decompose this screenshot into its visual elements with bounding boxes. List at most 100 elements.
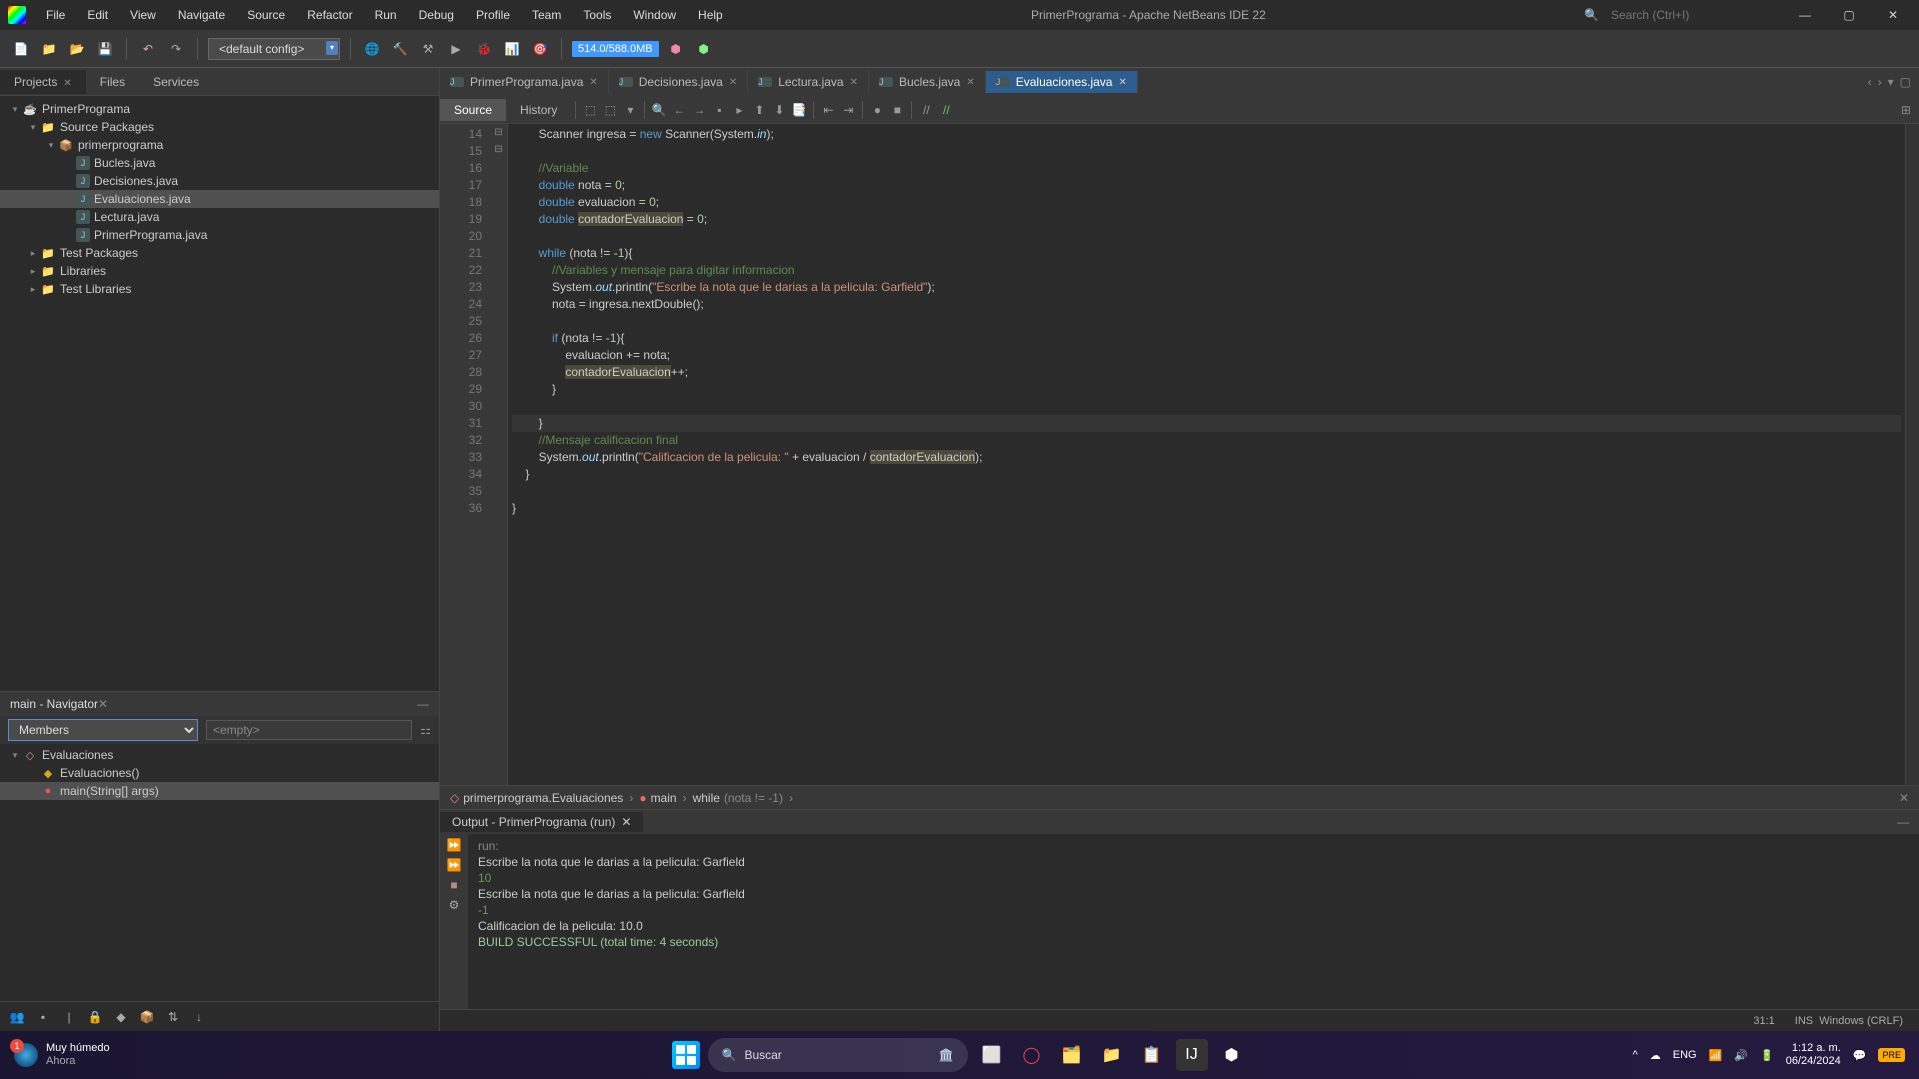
editor-scrollbar[interactable] (1905, 124, 1919, 785)
tree-node[interactable]: ▸📁Libraries (0, 262, 439, 280)
menu-profile[interactable]: Profile (466, 4, 520, 26)
tab-prev-icon[interactable]: ‹ (1868, 75, 1872, 89)
nav-filter-3[interactable]: | (60, 1010, 78, 1024)
close-icon[interactable]: ✕ (589, 77, 597, 88)
editor-tab[interactable]: JPrimerPrograma.java✕ (440, 71, 609, 93)
menu-debug[interactable]: Debug (409, 4, 464, 26)
tree-node[interactable]: JBucles.java (0, 154, 439, 172)
editor-tab[interactable]: JEvaluaciones.java✕ (986, 71, 1138, 93)
navigator-close-icon[interactable]: ✕ (98, 697, 108, 711)
hammer-button[interactable]: ⚒ (417, 38, 439, 60)
uncomment-icon[interactable]: // (936, 103, 956, 117)
comment-icon[interactable]: // (916, 103, 936, 117)
split-editor-icon[interactable]: ⊞ (1893, 103, 1919, 117)
taskbar-intellij-icon[interactable]: IJ (1176, 1039, 1208, 1071)
bookmark-icon[interactable]: 📑 (789, 103, 809, 117)
bookmark-down-icon[interactable]: ⬇ (769, 103, 789, 117)
clean-build-button[interactable]: 🔨 (389, 38, 411, 60)
menu-tools[interactable]: Tools (573, 4, 621, 26)
attach-button[interactable]: 🎯 (529, 38, 551, 60)
output-rerun-failed-icon[interactable]: ⏩ (447, 858, 462, 872)
taskbar-app1-icon[interactable]: 📋 (1136, 1039, 1168, 1071)
nav-filter-4[interactable]: 🔒 (86, 1010, 104, 1024)
build-button[interactable]: 🌐 (361, 38, 383, 60)
find-icon[interactable]: 🔍 (649, 103, 669, 117)
redo-button[interactable]: ↷ (165, 38, 187, 60)
undo-button[interactable]: ↶ (137, 38, 159, 60)
tree-node[interactable]: ▾📁Source Packages (0, 118, 439, 136)
nav-filter-1[interactable]: 👥 (8, 1010, 26, 1024)
memory-indicator[interactable]: 514.0/588.0MB (572, 41, 659, 57)
tray-clock[interactable]: 1:12 a. m. 06/24/2024 (1786, 1042, 1841, 1068)
tray-volume-icon[interactable]: 🔊 (1734, 1049, 1748, 1062)
tray-wifi-icon[interactable]: 📶 (1709, 1049, 1723, 1062)
breadcrumb-close-icon[interactable]: ✕ (1899, 791, 1909, 805)
tree-node[interactable]: JLectura.java (0, 208, 439, 226)
output-content[interactable]: run:Escribe la nota que le darias a la p… (468, 834, 1919, 1009)
save-all-button[interactable]: 💾 (94, 38, 116, 60)
close-icon[interactable]: ✕ (1118, 77, 1126, 88)
panel-tab-projects[interactable]: Projects✕ (0, 70, 86, 94)
global-search[interactable]: 🔍 (1584, 5, 1765, 25)
output-tab[interactable]: Output - PrimerPrograma (run) ✕ (440, 812, 643, 832)
panel-tab-services[interactable]: Services (139, 70, 213, 94)
line-gutter[interactable]: 1415161718192021222324252627282930313233… (440, 124, 490, 785)
next-edit-icon[interactable]: ⬚ (600, 103, 620, 117)
menu-refactor[interactable]: Refactor (297, 4, 362, 26)
source-view-button[interactable]: Source (440, 99, 506, 121)
start-button[interactable] (672, 1041, 700, 1069)
menu-view[interactable]: View (120, 4, 166, 26)
navigator-filter-dropdown[interactable]: <empty> (206, 720, 412, 740)
new-file-button[interactable]: 📄 (10, 38, 32, 60)
taskbar-taskview-icon[interactable]: ⬜ (976, 1039, 1008, 1071)
new-project-button[interactable]: 📁 (38, 38, 60, 60)
menu-help[interactable]: Help (688, 4, 733, 26)
profile-button[interactable]: 📊 (501, 38, 523, 60)
navigator-node[interactable]: ▾◇Evaluaciones (0, 746, 439, 764)
nav-sort-1[interactable]: ⇅ (164, 1010, 182, 1024)
tree-node[interactable]: ▸📁Test Libraries (0, 280, 439, 298)
minimize-button[interactable]: — (1787, 8, 1823, 22)
next-match-icon[interactable]: → (689, 103, 709, 117)
taskbar-weather[interactable]: 1 Muy húmedo Ahora (14, 1042, 110, 1068)
menu-run[interactable]: Run (365, 4, 407, 26)
gc-button[interactable]: ⬢ (665, 38, 687, 60)
global-search-input[interactable] (1605, 5, 1765, 25)
tab-next-icon[interactable]: › (1878, 75, 1882, 89)
editor-tab[interactable]: JBucles.java✕ (869, 71, 986, 93)
menu-file[interactable]: File (36, 4, 75, 26)
tray-copilot-icon[interactable]: PRE (1878, 1048, 1905, 1062)
navigator-node[interactable]: ●main(String[] args) (0, 782, 439, 800)
tree-node[interactable]: JDecisiones.java (0, 172, 439, 190)
taskbar-files-icon[interactable]: 📁 (1096, 1039, 1128, 1071)
close-button[interactable]: ✕ (1875, 8, 1911, 22)
open-project-button[interactable]: 📂 (66, 38, 88, 60)
tray-overflow-icon[interactable]: ^ (1633, 1049, 1638, 1061)
navigator-scope-dropdown[interactable]: Members (8, 719, 198, 741)
stop-macro-icon[interactable]: ■ (887, 103, 907, 117)
highlight-icon[interactable]: ▪ (709, 103, 729, 117)
tree-node[interactable]: ▾☕PrimerPrograma (0, 100, 439, 118)
nav-filter-2[interactable]: ▪ (34, 1010, 52, 1024)
editor-tab[interactable]: JDecisiones.java✕ (609, 71, 748, 93)
gc2-button[interactable]: ⬢ (693, 38, 715, 60)
close-icon[interactable]: ✕ (966, 77, 974, 88)
fold-gutter[interactable]: ⊟⊟ (490, 124, 508, 785)
taskbar-opera-icon[interactable]: ◯ (1016, 1039, 1048, 1071)
shift-left-icon[interactable]: ⇤ (818, 103, 838, 117)
breadcrumb-class[interactable]: ◇primerprograma.Evaluaciones (450, 791, 623, 805)
debug-button[interactable]: 🐞 (473, 38, 495, 60)
nav-filter-6[interactable]: 📦 (138, 1010, 156, 1024)
output-minimize-icon[interactable]: — (1887, 815, 1919, 829)
config-selector[interactable]: <default config> ▾ (208, 38, 340, 60)
prev-edit-icon[interactable]: ⬚ (580, 103, 600, 117)
tab-list-icon[interactable]: ▾ (1888, 75, 1894, 89)
navigator-tree[interactable]: ▾◇Evaluaciones◆Evaluaciones()●main(Strin… (0, 744, 439, 1001)
tree-node[interactable]: ▾📦primerprograma (0, 136, 439, 154)
tree-node[interactable]: JPrimerPrograma.java (0, 226, 439, 244)
output-tab-close-icon[interactable]: ✕ (621, 815, 631, 829)
tab-maximize-icon[interactable]: ▢ (1900, 75, 1911, 89)
menu-window[interactable]: Window (623, 4, 686, 26)
code-content[interactable]: Scanner ingresa = new Scanner(System.in)… (508, 124, 1905, 785)
navigator-node[interactable]: ◆Evaluaciones() (0, 764, 439, 782)
